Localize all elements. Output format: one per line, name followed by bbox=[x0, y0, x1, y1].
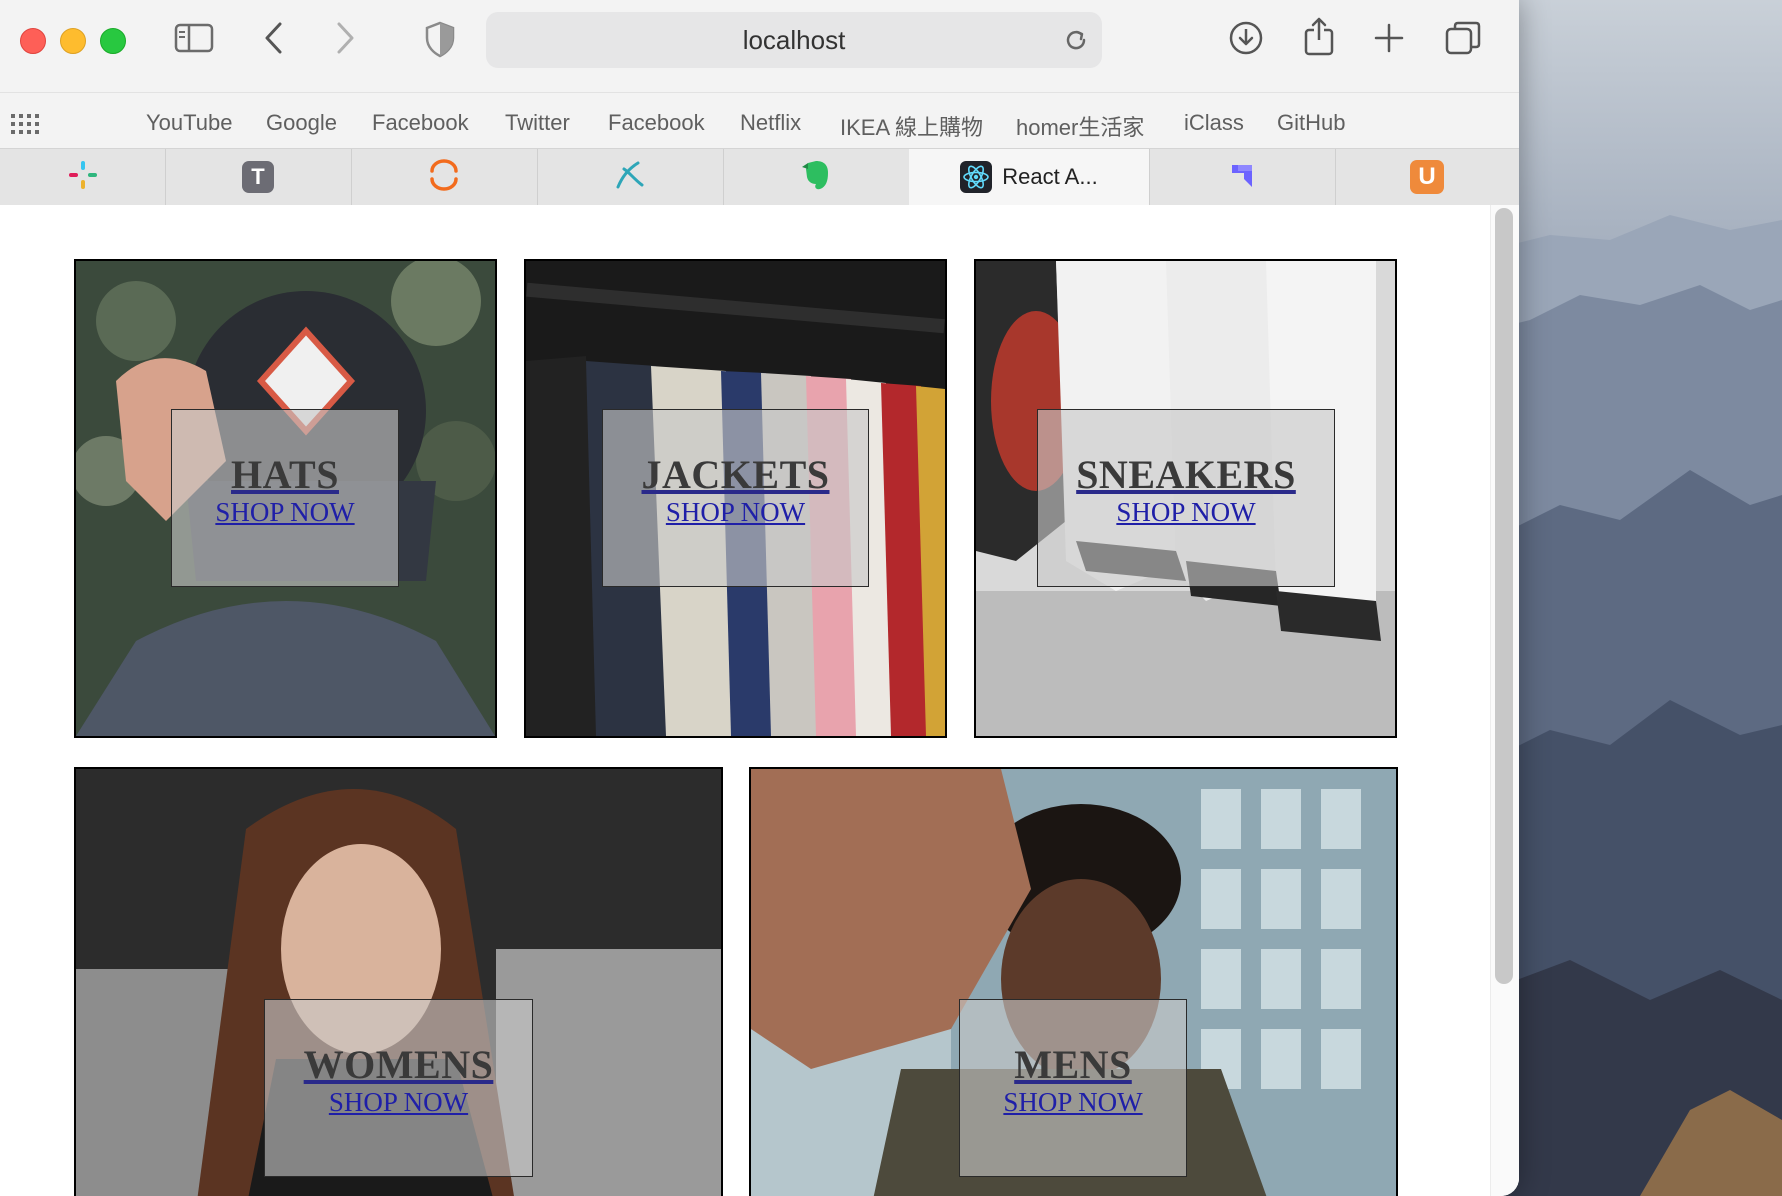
section-title: JACKETS bbox=[641, 452, 830, 497]
directory-item-womens[interactable]: WOMENS SHOP NOW bbox=[74, 767, 723, 1196]
shop-now-link[interactable]: SHOP NOW bbox=[1116, 496, 1255, 528]
directory-item-hats[interactable]: HATS SHOP NOW bbox=[74, 259, 497, 738]
tab-linear[interactable] bbox=[1149, 149, 1336, 205]
favorite-facebook-2[interactable]: Facebook bbox=[608, 110, 705, 136]
tab-react-app[interactable]: React A... bbox=[909, 149, 1150, 205]
shop-now-link[interactable]: SHOP NOW bbox=[666, 496, 805, 528]
mens-overlay: MENS SHOP NOW bbox=[959, 999, 1187, 1177]
tab-overview-icon[interactable] bbox=[1444, 20, 1482, 56]
tab-pen-tool[interactable] bbox=[537, 149, 724, 205]
reload-icon[interactable] bbox=[1062, 26, 1090, 59]
address-bar[interactable]: localhost bbox=[486, 12, 1102, 68]
tab-slack[interactable] bbox=[0, 149, 166, 205]
shop-now-link[interactable]: SHOP NOW bbox=[215, 496, 354, 528]
favorite-youtube[interactable]: YouTube bbox=[146, 110, 232, 136]
favorite-ikea[interactable]: IKEA 線上購物 bbox=[840, 110, 983, 142]
udemy-icon: U bbox=[1410, 160, 1444, 194]
evernote-icon bbox=[798, 157, 834, 198]
section-title: WOMENS bbox=[303, 1042, 494, 1087]
page-content: HATS SHOP NOW JACKETS SHOP NOW SNEAKERS … bbox=[0, 205, 1519, 1196]
back-icon[interactable] bbox=[262, 20, 286, 56]
browser-toolbar: localhost bbox=[0, 0, 1519, 92]
directory-item-mens[interactable]: MENS SHOP NOW bbox=[749, 767, 1398, 1196]
minimize-window-button[interactable] bbox=[60, 28, 86, 54]
share-icon[interactable] bbox=[1301, 16, 1337, 56]
apps-grid-icon[interactable] bbox=[11, 114, 39, 139]
shop-now-link[interactable]: SHOP NOW bbox=[1003, 1086, 1142, 1118]
favorites-bar: YouTube Google Facebook Twitter Facebook… bbox=[0, 92, 1519, 149]
tab-bar: T React A... U bbox=[0, 148, 1519, 206]
directory-item-jackets[interactable]: JACKETS SHOP NOW bbox=[524, 259, 947, 738]
tab-typora[interactable]: T bbox=[165, 149, 352, 205]
favorite-github[interactable]: GitHub bbox=[1277, 110, 1345, 136]
slack-icon bbox=[65, 157, 101, 198]
jackets-overlay: JACKETS SHOP NOW bbox=[602, 409, 869, 587]
pen-tool-icon bbox=[612, 157, 648, 198]
hats-overlay: HATS SHOP NOW bbox=[171, 409, 399, 587]
favorite-netflix[interactable]: Netflix bbox=[740, 110, 801, 136]
linear-app-icon bbox=[1224, 157, 1260, 198]
sneakers-overlay: SNEAKERS SHOP NOW bbox=[1037, 409, 1335, 587]
section-title: HATS bbox=[231, 452, 339, 497]
tab-react-app-label: React A... bbox=[1002, 164, 1098, 189]
favorite-homer[interactable]: homer生活家 bbox=[1016, 110, 1144, 142]
tab-orange-ring[interactable] bbox=[351, 149, 538, 205]
browser-window: localhost YouTube Google Facebook Twitte… bbox=[0, 0, 1519, 1196]
directory-item-sneakers[interactable]: SNEAKERS SHOP NOW bbox=[974, 259, 1397, 738]
new-tab-icon[interactable] bbox=[1373, 22, 1405, 54]
womens-overlay: WOMENS SHOP NOW bbox=[264, 999, 533, 1177]
react-icon bbox=[960, 161, 993, 193]
favorite-iclass[interactable]: iClass bbox=[1184, 110, 1244, 136]
section-title: SNEAKERS bbox=[1076, 452, 1296, 497]
sidebar-toggle-icon[interactable] bbox=[174, 22, 214, 54]
url-text: localhost bbox=[742, 24, 846, 55]
scrollbar-thumb[interactable] bbox=[1495, 208, 1513, 984]
shop-now-link[interactable]: SHOP NOW bbox=[329, 1086, 468, 1118]
favorite-twitter[interactable]: Twitter bbox=[505, 110, 570, 136]
section-title: MENS bbox=[1014, 1042, 1132, 1087]
typora-icon: T bbox=[242, 161, 274, 193]
forward-icon[interactable] bbox=[333, 20, 357, 56]
tab-evernote[interactable] bbox=[723, 149, 910, 205]
favorite-google[interactable]: Google bbox=[266, 110, 337, 136]
tab-udemy[interactable]: U bbox=[1335, 149, 1519, 205]
orange-ring-icon bbox=[426, 157, 462, 198]
favorite-facebook[interactable]: Facebook bbox=[372, 110, 469, 136]
downloads-icon[interactable] bbox=[1228, 20, 1264, 56]
zoom-window-button[interactable] bbox=[100, 28, 126, 54]
privacy-shield-icon[interactable] bbox=[424, 20, 456, 58]
close-window-button[interactable] bbox=[20, 28, 46, 54]
